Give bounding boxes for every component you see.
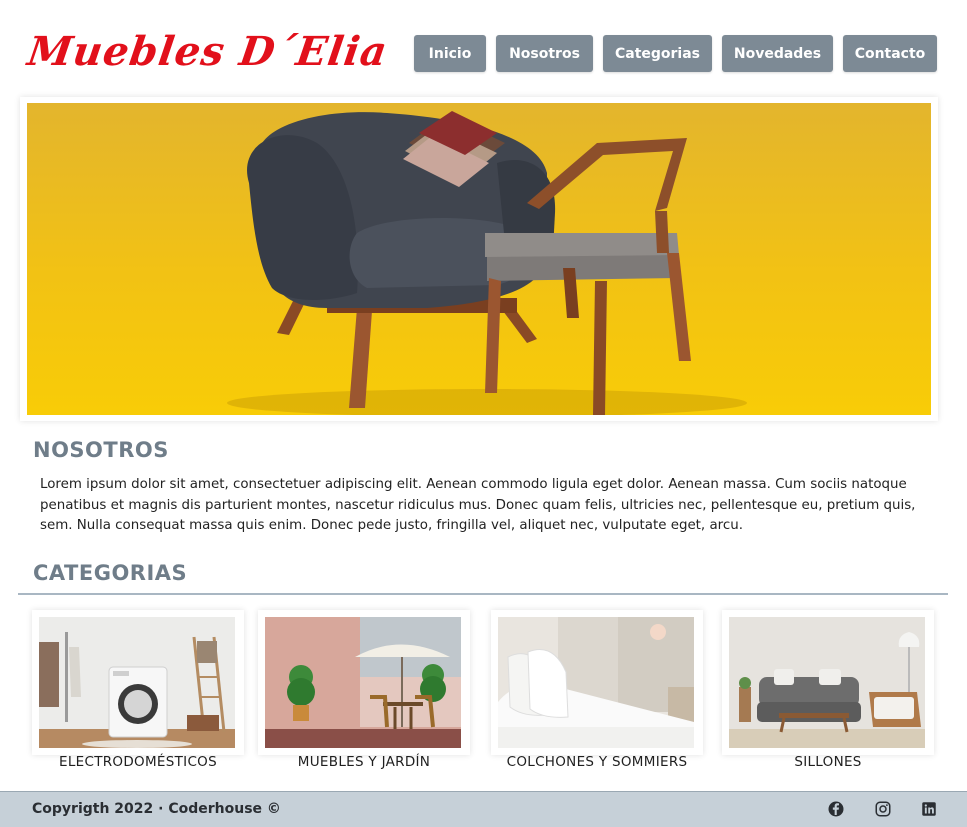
category-card-electrodomesticos[interactable] [32, 610, 244, 755]
categories-title: CATEGORIAS [33, 561, 188, 585]
nav-novedades-button[interactable]: Novedades [722, 35, 833, 72]
instagram-icon[interactable] [874, 800, 892, 818]
nav-contacto-button[interactable]: Contacto [843, 35, 937, 72]
category-label-electrodomesticos[interactable]: ELECTRODOMÉSTICOS [32, 754, 244, 770]
living-room-image [729, 617, 925, 748]
category-label-muebles-jardin[interactable]: MUEBLES Y JARDÍN [258, 754, 470, 770]
hero-image [27, 103, 931, 415]
category-card-colchones[interactable] [491, 610, 703, 755]
section-divider [18, 593, 948, 595]
bedroom-image [498, 617, 694, 748]
patio-image [265, 617, 461, 748]
armchair-and-chair-illustration [227, 111, 747, 415]
category-label-sillones[interactable]: SILLONES [722, 754, 934, 770]
nav-nosotros-button[interactable]: Nosotros [496, 35, 593, 72]
main-nav: Inicio Nosotros Categorias Novedades Con… [414, 35, 937, 72]
site-footer: Copyrigth 2022 · Coderhouse © [0, 791, 967, 827]
copyright-text: Copyrigth 2022 · Coderhouse © [32, 801, 281, 817]
hero-banner [20, 97, 938, 421]
about-title: NOSOTROS [33, 438, 169, 462]
nav-categorias-button[interactable]: Categorias [603, 35, 712, 72]
nav-inicio-button[interactable]: Inicio [414, 35, 486, 72]
category-card-sillones[interactable] [722, 610, 934, 755]
category-card-muebles-jardin[interactable] [258, 610, 470, 755]
facebook-icon[interactable] [827, 800, 845, 818]
linkedin-icon[interactable] [920, 800, 938, 818]
laundry-image [39, 617, 235, 748]
site-header: Muebles D´Elia Inicio Nosotros Categoria… [0, 0, 967, 100]
category-label-colchones[interactable]: COLCHONES Y SOMMIERS [491, 754, 703, 770]
about-text: Lorem ipsum dolor sit amet, consectetuer… [40, 477, 916, 533]
brand-logo[interactable]: Muebles D´Elia [25, 28, 391, 75]
